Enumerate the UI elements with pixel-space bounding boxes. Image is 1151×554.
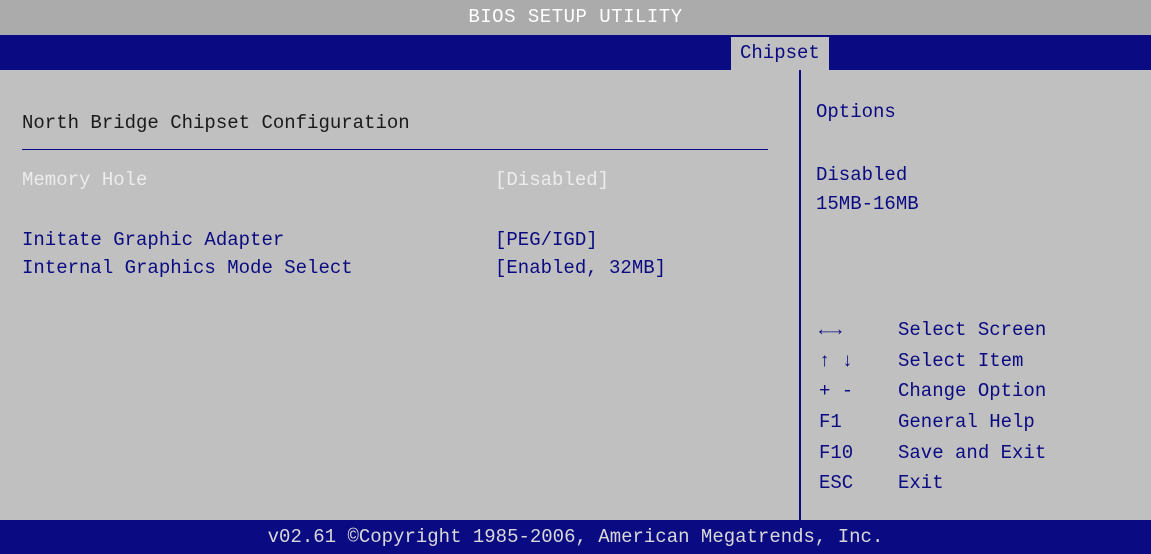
key-hint-select-item: ↑ ↓ Select Item xyxy=(819,348,1149,374)
setting-label: Memory Hole xyxy=(22,169,148,191)
section-divider xyxy=(22,149,768,150)
copyright-footer: v02.61 ©Copyright 1985-2006, American Me… xyxy=(0,520,1151,554)
key-hint-label: Select Item xyxy=(898,350,1024,372)
key-hint-save-exit: F10 Save and Exit xyxy=(819,440,1149,466)
key-hint-change-option: + - Change Option xyxy=(819,378,1149,404)
key-hint-label: General Help xyxy=(898,411,1035,433)
setting-value[interactable]: [Disabled] xyxy=(495,168,609,192)
key-hint-key: + - xyxy=(819,380,854,402)
key-hint-key: F10 xyxy=(819,442,854,464)
setting-value[interactable]: [PEG/IGD] xyxy=(495,228,598,252)
key-hint-key: F1 xyxy=(819,411,842,433)
key-hint-general-help: F1 General Help xyxy=(819,409,1149,435)
bios-title-bar: BIOS SETUP UTILITY xyxy=(0,0,1151,35)
setting-label: Internal Graphics Mode Select xyxy=(22,257,353,279)
key-hint-label: Change Option xyxy=(898,380,1047,402)
help-panel: Options Disabled 15MB-16MB ←→ Select Scr… xyxy=(801,70,1151,517)
tab-chipset[interactable]: Chipset xyxy=(731,37,829,70)
arrows-left-right-icon: ←→ xyxy=(819,319,842,341)
copyright-text: v02.61 ©Copyright 1985-2006, American Me… xyxy=(267,526,884,548)
option-item: 15MB-16MB xyxy=(816,193,919,215)
key-hint-label: Save and Exit xyxy=(898,442,1047,464)
settings-panel: North Bridge Chipset Configuration Memor… xyxy=(0,70,799,517)
setting-initiate-graphic-adapter[interactable]: Initate Graphic Adapter [PEG/IGD] xyxy=(22,228,762,252)
setting-memory-hole[interactable]: Memory Hole [Disabled] xyxy=(22,168,762,192)
setting-value[interactable]: [Enabled, 32MB] xyxy=(495,256,666,280)
key-hint-label: Exit xyxy=(898,472,944,494)
key-hint-exit: ESC Exit xyxy=(819,470,1149,496)
key-hint-key: ESC xyxy=(819,472,854,494)
arrows-up-down-icon: ↑ ↓ xyxy=(819,350,854,372)
bios-title: BIOS SETUP UTILITY xyxy=(468,6,683,28)
key-hint-select-screen: ←→ Select Screen xyxy=(819,317,1149,343)
option-item: Disabled xyxy=(816,164,908,186)
help-title: Options xyxy=(816,101,896,123)
setting-label: Initate Graphic Adapter xyxy=(22,229,285,251)
key-hint-label: Select Screen xyxy=(898,319,1047,341)
section-title: North Bridge Chipset Configuration xyxy=(22,112,410,134)
setting-internal-graphics-mode[interactable]: Internal Graphics Mode Select [Enabled, … xyxy=(22,256,762,280)
tab-bar: Chipset xyxy=(0,35,1151,70)
